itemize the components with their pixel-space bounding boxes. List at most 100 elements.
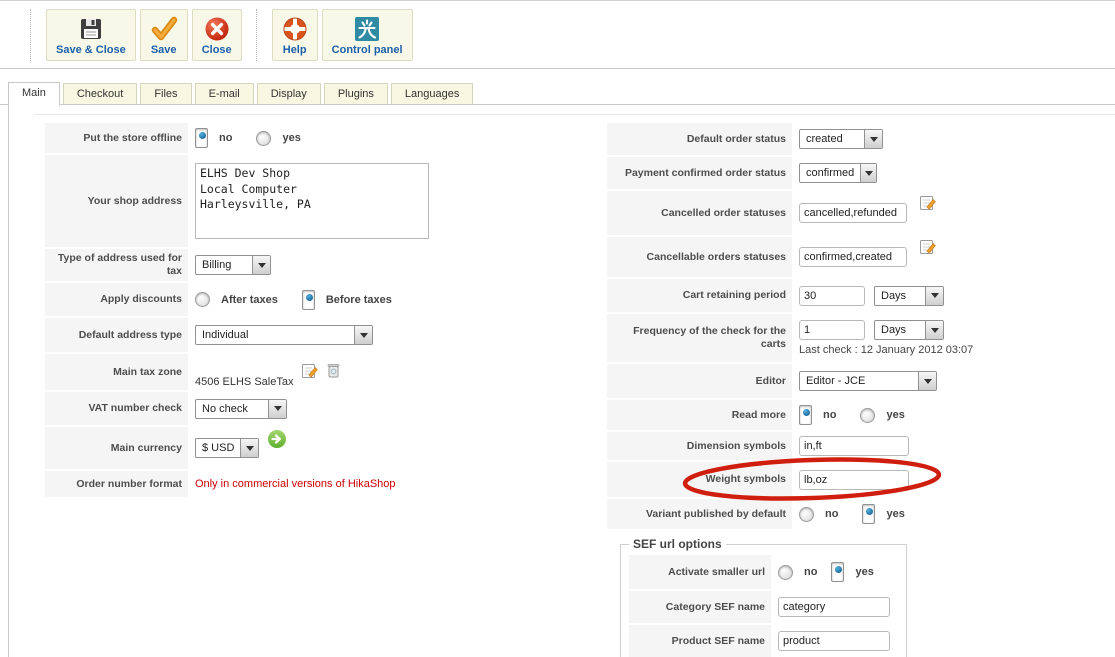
shop-address-textarea[interactable]: ELHS Dev Shop Local Computer Harleysvill… bbox=[195, 163, 429, 239]
lifebuoy-icon bbox=[282, 16, 308, 42]
payment-confirmed-status-value: confirmed bbox=[806, 167, 855, 179]
cart-check-frequency-unit-select[interactable]: Days bbox=[874, 320, 944, 340]
product-sef-name-input[interactable] bbox=[778, 631, 890, 651]
smaller-url-no-radio[interactable] bbox=[778, 564, 793, 580]
floppy-disk-icon bbox=[78, 16, 104, 42]
cart-check-frequency-label: Frequency of the check for the carts bbox=[607, 314, 792, 362]
vat-check-value: No check bbox=[202, 402, 248, 415]
tab-plugins[interactable]: Plugins bbox=[323, 83, 388, 105]
default-order-status-label: Default order status bbox=[607, 123, 792, 155]
tax-address-type-select[interactable]: Billing bbox=[195, 255, 271, 275]
dropdown-arrow-icon bbox=[252, 256, 270, 274]
smaller-url-no-option: no bbox=[804, 566, 818, 578]
edit-icon[interactable] bbox=[919, 194, 936, 214]
editor-select[interactable]: Editor - JCE bbox=[799, 371, 937, 391]
read-more-no-option: no bbox=[823, 409, 837, 421]
close-button[interactable]: Close bbox=[191, 9, 242, 61]
help-label: Help bbox=[282, 44, 307, 56]
cart-retaining-unit-select[interactable]: Days bbox=[874, 285, 944, 306]
tab-bar: Main Checkout Files E-mail Display Plugi… bbox=[0, 80, 1115, 108]
tab-checkout[interactable]: Checkout bbox=[62, 83, 138, 105]
discounts-before-taxes-option: Before taxes bbox=[325, 293, 392, 306]
variant-published-yes-option: yes bbox=[886, 508, 905, 520]
vat-check-label: VAT number check bbox=[45, 392, 188, 425]
dropdown-arrow-icon bbox=[268, 399, 286, 418]
content-top-hairline bbox=[35, 114, 1115, 115]
control-panel-button[interactable]: Control panel bbox=[321, 9, 413, 61]
save-label: Save bbox=[150, 44, 177, 56]
cart-retaining-period-input[interactable] bbox=[799, 285, 865, 306]
shop-address-label: Your shop address bbox=[45, 155, 188, 247]
trash-icon[interactable] bbox=[326, 362, 341, 382]
save-and-close-label: Save & Close bbox=[56, 44, 126, 56]
payment-confirmed-status-label: Payment confirmed order status bbox=[607, 157, 792, 189]
cancelled-statuses-label: Cancelled order statuses bbox=[607, 191, 792, 235]
read-more-yes-radio[interactable] bbox=[860, 407, 876, 423]
editor-label: Editor bbox=[607, 364, 792, 398]
order-number-format-label: Order number format bbox=[45, 471, 188, 497]
read-more-no-radio[interactable] bbox=[799, 405, 812, 425]
dropdown-arrow-icon bbox=[240, 439, 258, 457]
weight-symbols-label: Weight symbols bbox=[607, 462, 792, 497]
category-sef-name-input[interactable] bbox=[778, 597, 890, 617]
apply-discounts-label: Apply discounts bbox=[45, 283, 188, 316]
smaller-url-yes-radio[interactable] bbox=[831, 562, 845, 582]
tab-display[interactable]: Display bbox=[256, 83, 321, 105]
vat-check-select[interactable]: No check bbox=[195, 398, 287, 419]
tab-files[interactable]: Files bbox=[140, 83, 192, 105]
control-panel-icon bbox=[354, 16, 380, 42]
default-address-type-value: Individual bbox=[202, 329, 249, 341]
cart-check-frequency-input[interactable] bbox=[799, 320, 865, 340]
help-button[interactable]: Help bbox=[271, 9, 318, 61]
cart-check-frequency-unit-value: Days bbox=[881, 324, 907, 336]
discounts-before-taxes-radio[interactable] bbox=[301, 289, 315, 310]
save-and-close-button[interactable]: Save & Close bbox=[46, 9, 136, 61]
weight-symbols-input[interactable] bbox=[799, 469, 909, 490]
hikashop-configuration-page: Save & Close Save Close Help Control pan… bbox=[0, 0, 1115, 657]
main-currency-select[interactable]: $ USD bbox=[195, 438, 259, 458]
category-sef-name-label: Category SEF name bbox=[629, 591, 771, 623]
control-panel-label: Control panel bbox=[331, 44, 403, 56]
save-button[interactable]: Save bbox=[139, 9, 188, 61]
last-check-note: Last check : 12 January 2012 03:07 bbox=[799, 344, 974, 356]
settings-column-right: Default order status created Payment con… bbox=[607, 123, 1067, 657]
sef-url-options-fieldset: SEF url options Activate smaller url no … bbox=[620, 537, 907, 657]
dropdown-arrow-icon bbox=[864, 130, 882, 148]
tab-email[interactable]: E-mail bbox=[194, 83, 254, 105]
dimension-symbols-input[interactable] bbox=[799, 436, 909, 456]
store-offline-yes-radio[interactable] bbox=[256, 130, 272, 146]
cancellable-statuses-input[interactable] bbox=[799, 247, 907, 267]
store-offline-yes-option: yes bbox=[282, 132, 301, 144]
discounts-after-taxes-option: After taxes bbox=[221, 293, 278, 306]
toolbar-separator bbox=[255, 9, 258, 61]
main-tax-zone-label: Main tax zone bbox=[45, 354, 188, 390]
commercial-version-note: Only in commercial versions of HikaShop bbox=[195, 478, 396, 490]
read-more-label: Read more bbox=[607, 400, 792, 430]
edit-icon[interactable] bbox=[919, 238, 936, 258]
toolbar-separator bbox=[30, 9, 32, 61]
store-offline-no-option: no bbox=[219, 132, 233, 144]
variant-published-yes-radio[interactable] bbox=[862, 504, 876, 524]
tab-main[interactable]: Main bbox=[8, 82, 60, 108]
variant-published-no-radio[interactable] bbox=[799, 506, 814, 522]
main-currency-value: $ USD bbox=[202, 442, 235, 454]
tax-address-type-value: Billing bbox=[202, 259, 232, 271]
cancellable-statuses-label: Cancellable orders statuses bbox=[607, 237, 792, 277]
cancelled-statuses-input[interactable] bbox=[799, 203, 907, 223]
dropdown-arrow-icon bbox=[925, 286, 943, 305]
default-order-status-select[interactable]: created bbox=[799, 129, 883, 149]
tab-languages[interactable]: Languages bbox=[390, 83, 474, 105]
store-offline-no-radio[interactable] bbox=[195, 128, 208, 148]
payment-confirmed-status-select[interactable]: confirmed bbox=[799, 163, 877, 183]
discounts-after-taxes-radio[interactable] bbox=[195, 292, 210, 307]
refresh-currency-icon[interactable] bbox=[267, 429, 287, 452]
edit-icon[interactable] bbox=[301, 362, 319, 382]
smaller-url-yes-option: yes bbox=[855, 566, 874, 578]
dropdown-arrow-icon bbox=[918, 372, 936, 390]
editor-value: Editor - JCE bbox=[806, 375, 866, 387]
variant-published-label: Variant published by default bbox=[607, 499, 792, 529]
default-order-status-value: created bbox=[806, 133, 843, 145]
dropdown-arrow-icon bbox=[925, 321, 943, 339]
default-address-type-select[interactable]: Individual bbox=[195, 325, 373, 345]
dropdown-arrow-icon bbox=[860, 164, 876, 182]
